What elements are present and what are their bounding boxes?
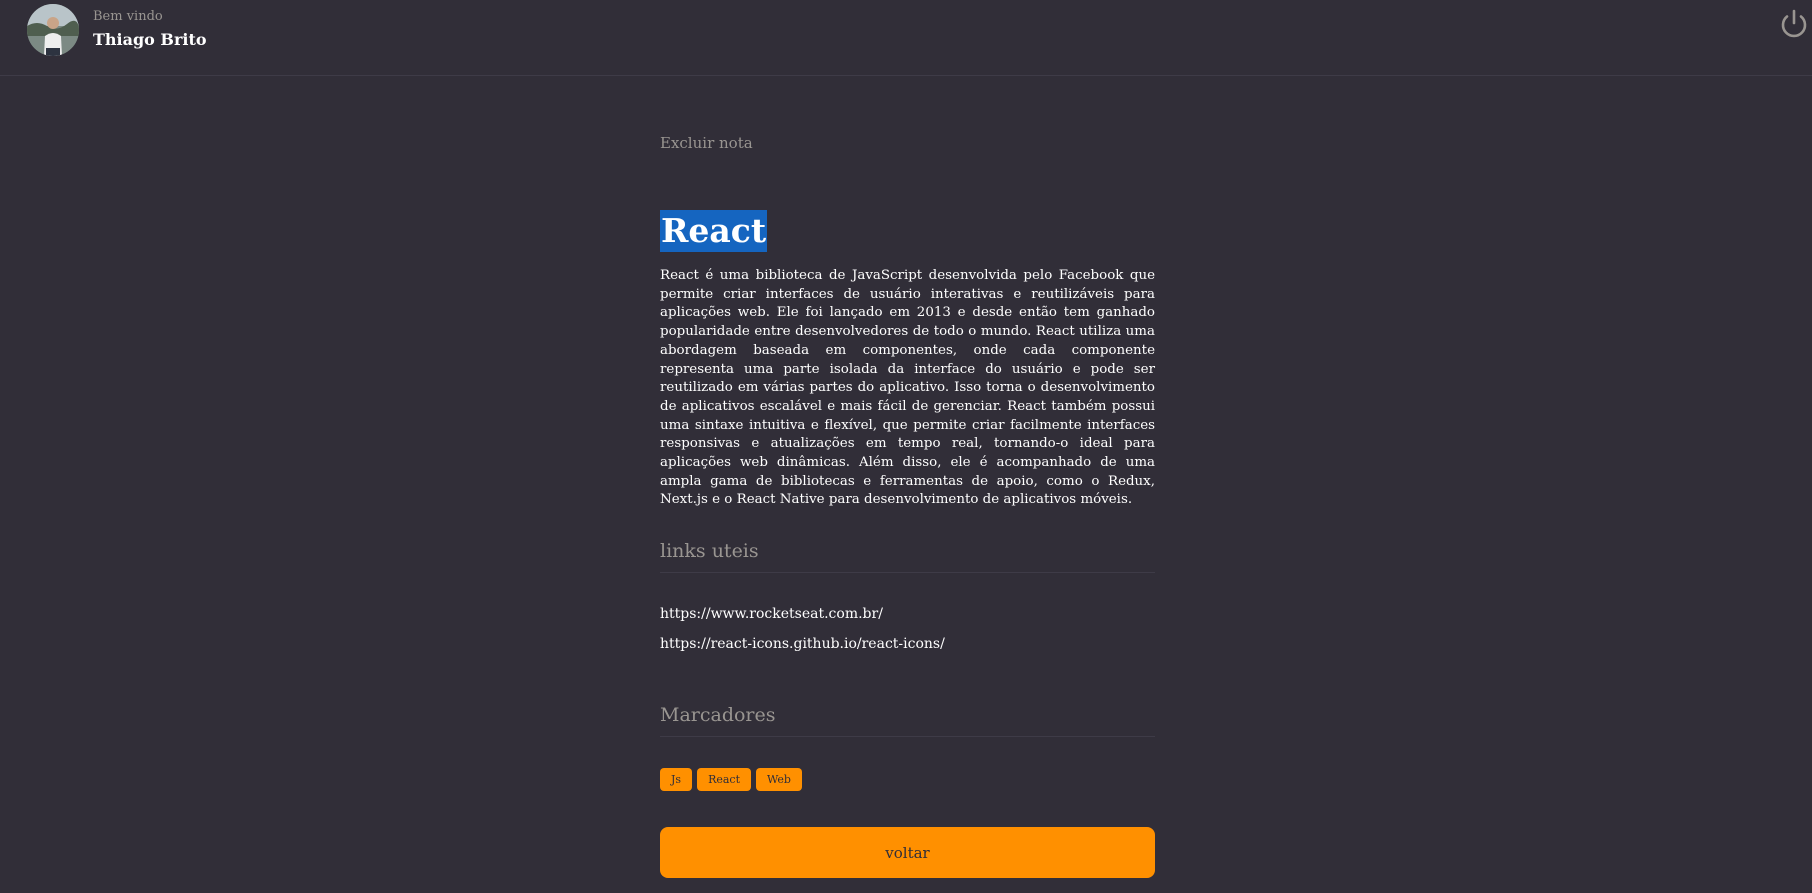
power-icon[interactable] xyxy=(1778,8,1810,42)
tag-web: Web xyxy=(756,768,802,791)
delete-note-button[interactable]: Excluir nota xyxy=(660,134,753,152)
note-title: React xyxy=(660,210,768,252)
tags-section-title: Marcadores xyxy=(660,704,1155,737)
app-header: Bem vindo Thiago Brito xyxy=(0,0,1812,76)
link-rocketseat[interactable]: https://www.rocketseat.com.br/ xyxy=(660,606,883,622)
links-section-title: links uteis xyxy=(660,540,1155,573)
tags-list: Js React Web xyxy=(660,768,802,791)
tag-js: Js xyxy=(660,768,693,791)
tag-react: React xyxy=(697,768,751,791)
user-name[interactable]: Thiago Brito xyxy=(93,30,207,50)
links-list: https://www.rocketseat.com.br/ https://r… xyxy=(660,604,945,664)
link-react-icons[interactable]: https://react-icons.github.io/react-icon… xyxy=(660,636,945,652)
welcome-text: Bem vindo xyxy=(93,9,163,24)
note-description: React é uma biblioteca de JavaScript des… xyxy=(660,268,1155,508)
list-item: https://www.rocketseat.com.br/ xyxy=(660,604,945,634)
avatar[interactable] xyxy=(27,4,79,56)
user-info: Bem vindo Thiago Brito xyxy=(93,9,207,50)
list-item: https://react-icons.github.io/react-icon… xyxy=(660,634,945,664)
back-button[interactable]: voltar xyxy=(660,827,1155,878)
